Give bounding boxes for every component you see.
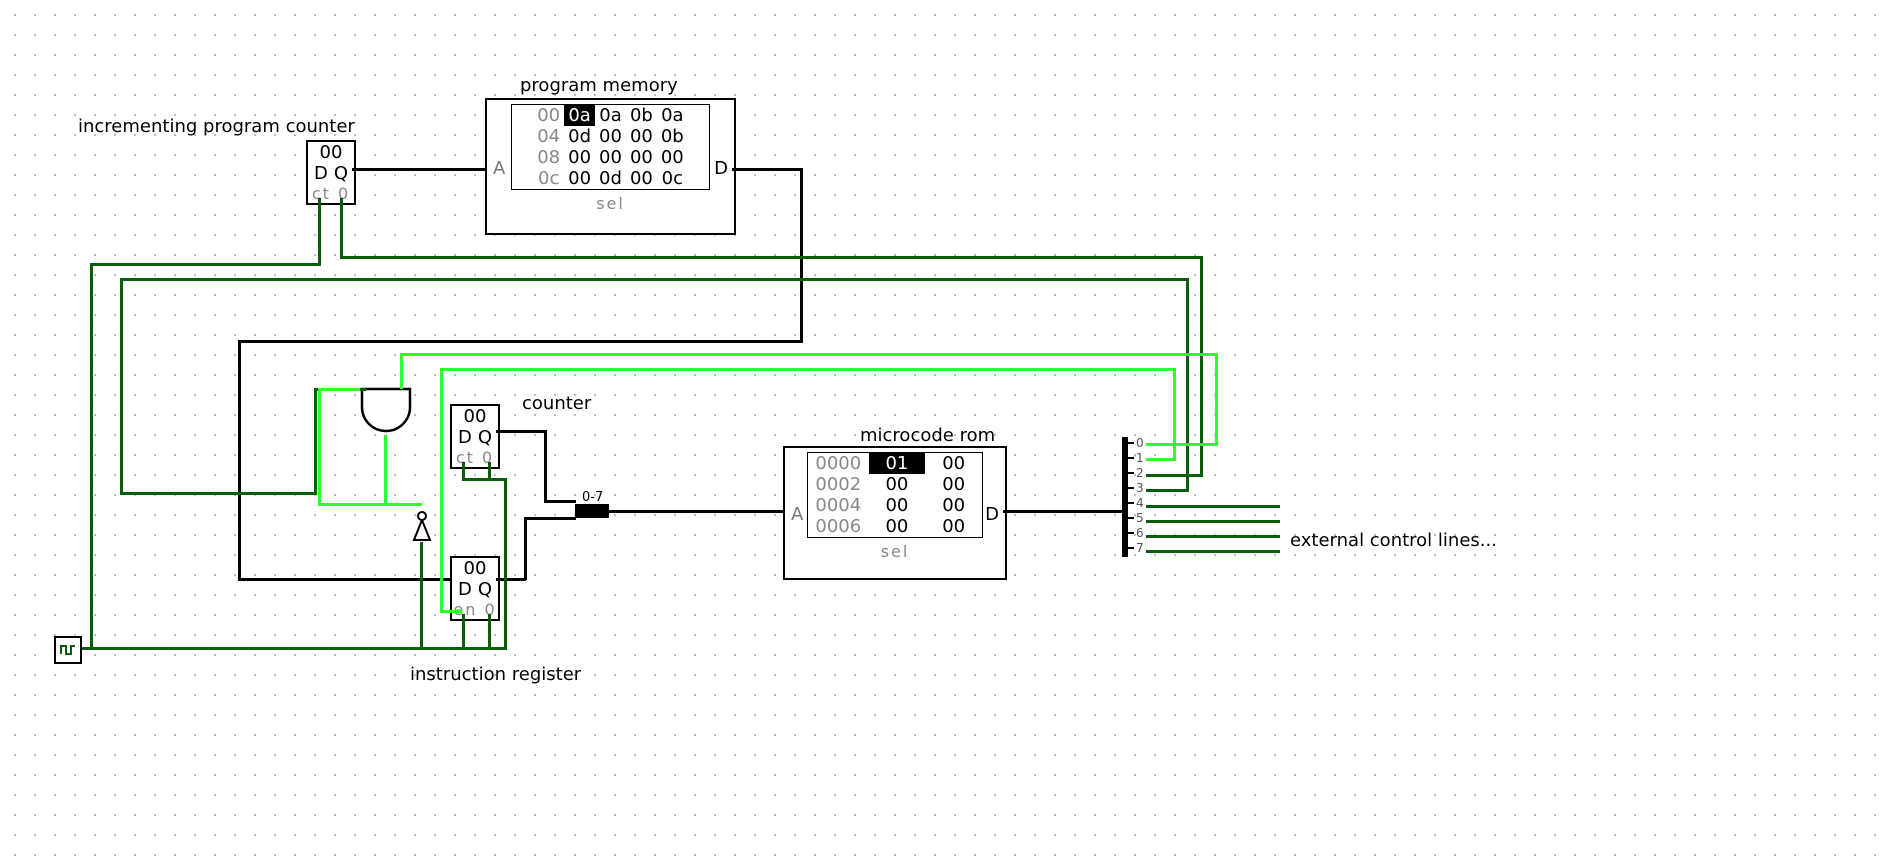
clock-wire [488, 614, 491, 650]
ctl-wire [340, 256, 1203, 259]
clock-wire [504, 478, 507, 650]
microcode-rom-table: 0000 01 00 0002 00 00 0004 00 00 0006 00 [808, 453, 982, 537]
ctl-wire-bright [400, 353, 1218, 356]
clock-wire [82, 647, 507, 650]
ctl-wire-bright [440, 610, 462, 613]
ir-q-label: Q [478, 579, 492, 600]
ext-line [1146, 550, 1280, 553]
ctl-wire [340, 198, 343, 259]
gate-wire [318, 388, 321, 506]
ctl-wire-bright [440, 368, 1176, 371]
clock-wire [90, 263, 93, 650]
program-memory-table: 00 0a 0a 0b 0a 04 0d 00 00 0b 08 00 00 [533, 105, 688, 189]
not-gate[interactable] [412, 510, 432, 542]
label-instruction-register: instruction register [410, 664, 581, 685]
wire [524, 517, 527, 580]
wire [352, 168, 486, 171]
counter-register[interactable]: 00 D Q ct 0 [450, 404, 500, 469]
ctl-wire-bright [1146, 443, 1218, 446]
rom-a-label: A [791, 504, 803, 525]
clock-wire [488, 462, 491, 480]
clock-wire [318, 198, 321, 266]
label-program-memory: program memory [520, 75, 678, 96]
ctl-wire [314, 388, 317, 495]
ctl-wire [1146, 474, 1200, 477]
wire [544, 500, 576, 503]
clock-icon[interactable] [54, 636, 82, 664]
wire [238, 340, 803, 343]
wire [732, 168, 802, 171]
label-external-control-lines: external control lines... [1290, 530, 1497, 551]
rom-d-label: D [985, 504, 999, 525]
counter-d-label: D [458, 427, 472, 448]
clock-wire [462, 478, 506, 481]
wire [1003, 510, 1123, 513]
ext-line [1146, 505, 1280, 508]
clock-wire [90, 263, 320, 266]
program-counter-register[interactable]: 00 D Q ct 0 [306, 140, 356, 205]
rom-sel-label: sel [785, 542, 1005, 561]
ctl-wire [1186, 278, 1189, 492]
splitter-0-7-label: 0-7 [582, 490, 603, 505]
program-memory-block[interactable]: A D 00 0a 0a 0b 0a 04 0d 00 00 0b [485, 98, 736, 235]
counter-value: 00 [452, 406, 498, 427]
output-pin-body [1122, 437, 1128, 557]
ext-line [1146, 520, 1280, 523]
splitter-body[interactable] [575, 504, 609, 518]
clock-wire [462, 614, 465, 650]
pc-q-label: Q [334, 163, 348, 184]
ctl-wire [120, 278, 123, 493]
ir-value: 00 [452, 558, 498, 579]
pc-d-label: D [314, 163, 328, 184]
ctl-wire [1146, 489, 1186, 492]
ctl-wire-bright [400, 353, 403, 389]
microcode-rom-block[interactable]: A D 0000 01 00 0002 00 00 0004 00 00 [783, 446, 1007, 580]
clock-wire [462, 462, 465, 480]
ctl-wire [120, 492, 315, 495]
ctl-wire-bright [1215, 353, 1218, 446]
pm-d-label: D [714, 158, 728, 179]
wire [496, 578, 526, 581]
counter-q-label: Q [478, 427, 492, 448]
output-pin-bar: 0 1 2 3 4 5 6 7 [1128, 435, 1144, 555]
counter-sub: ct 0 [452, 448, 498, 467]
wire [524, 517, 576, 520]
pm-a-label: A [493, 158, 505, 179]
diagram-canvas: incrementing program counter program mem… [0, 0, 1886, 866]
label-counter: counter [522, 393, 591, 414]
ctl-wire-bright [1173, 368, 1176, 461]
gate-wire [318, 388, 360, 391]
wire [544, 430, 547, 502]
gate-wire [384, 503, 422, 506]
clock-wire [420, 542, 423, 650]
ctl-wire-bright [1146, 458, 1176, 461]
pc-value: 00 [308, 142, 354, 163]
label-incrementing-pc: incrementing program counter [78, 116, 355, 137]
gate-wire [384, 435, 387, 505]
gate-wire [318, 503, 386, 506]
ctl-wire-bright [440, 368, 443, 612]
wire [608, 510, 784, 513]
pc-sub: ct 0 [308, 184, 354, 203]
ir-d-label: D [458, 579, 472, 600]
wire [496, 430, 546, 433]
ctl-wire [120, 278, 1189, 281]
label-microcode-rom: microcode rom [860, 425, 995, 446]
wire [238, 340, 241, 580]
pm-sel-label: sel [487, 194, 734, 213]
ext-line [1146, 535, 1280, 538]
